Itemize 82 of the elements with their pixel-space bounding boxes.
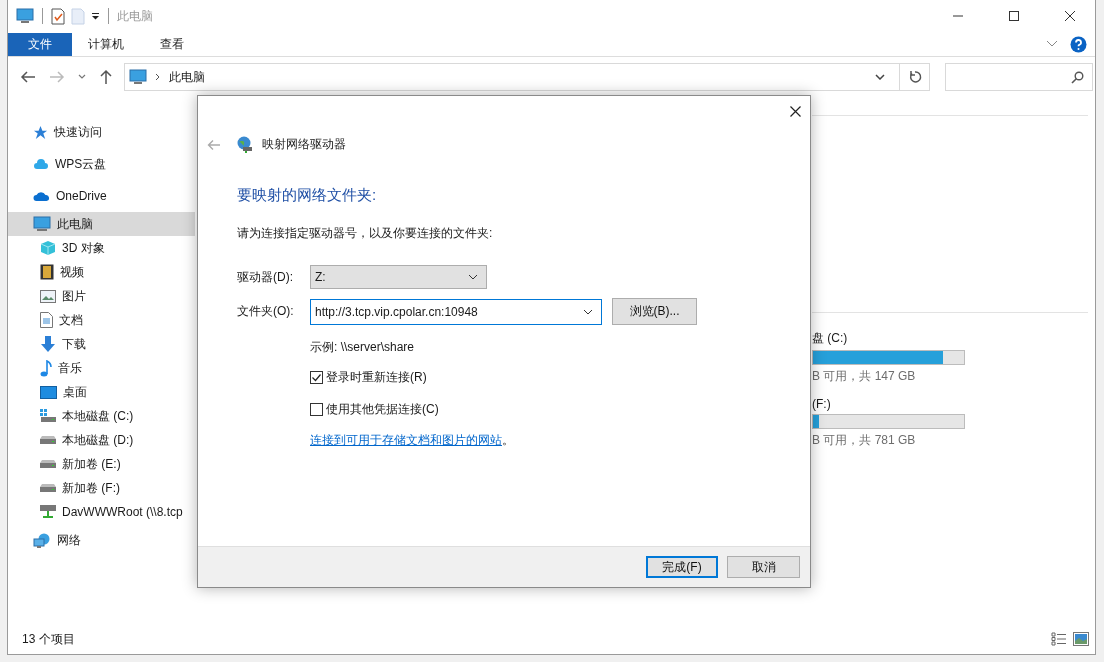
desktop-icon <box>40 385 57 399</box>
drive-space-text: B 可用，共 147 GB <box>812 368 917 385</box>
window-title: 此电脑 <box>117 7 153 25</box>
ribbon-tab[interactable]: 计算机 <box>80 32 144 56</box>
network-icon <box>33 532 51 548</box>
cube-icon <box>40 240 56 256</box>
cloud-icon <box>33 158 49 170</box>
maximize-icon[interactable] <box>1008 10 1020 22</box>
dialog-button[interactable]: 完成(F) <box>646 556 718 578</box>
sidebar-item[interactable]: 文档 <box>8 308 195 332</box>
network-drive-icon <box>236 136 253 153</box>
drive-icon <box>40 484 56 492</box>
dialog-heading: 要映射的网络文件夹: <box>237 186 378 205</box>
folder-input[interactable]: http://3.tcp.vip.cpolar.cn:10948 <box>310 298 602 325</box>
sidebar-item[interactable]: DavWWWRoot (\\8.tcp <box>8 500 195 524</box>
sidebar-item[interactable]: 本地磁盘 (C:) <box>8 404 195 428</box>
download-arrow-icon <box>40 336 56 352</box>
chevron-down-icon[interactable] <box>875 74 885 80</box>
details-view-icon[interactable] <box>1051 632 1067 646</box>
network-drive-icon <box>40 505 56 519</box>
checkbox-label: 使用其他凭据连接(C) <box>326 401 439 418</box>
item-count: 13 个项目 <box>22 630 75 648</box>
search-field[interactable] <box>945 63 1093 91</box>
field-label: 驱动器(D): <box>237 268 294 286</box>
computer-icon <box>16 8 34 24</box>
up-arrow-icon[interactable] <box>99 69 113 85</box>
sidebar-item[interactable]: 3D 对象 <box>8 236 195 260</box>
properties-icon[interactable] <box>51 7 65 25</box>
field-label: 文件夹(O): <box>237 303 295 320</box>
help-icon[interactable] <box>1070 35 1087 53</box>
film-icon <box>40 264 54 280</box>
sidebar-item[interactable]: 网络 <box>8 524 195 556</box>
chevron-down-icon <box>468 274 478 280</box>
dialog-title: 映射网络驱动器 <box>262 136 346 153</box>
back-arrow-icon[interactable] <box>20 70 36 84</box>
computer-icon <box>129 69 147 85</box>
drive-name: 盘 (C:) <box>812 330 849 347</box>
drive-icon <box>40 409 56 423</box>
sidebar-item[interactable]: 桌面 <box>8 380 195 404</box>
refresh-icon[interactable] <box>908 70 922 84</box>
website-link[interactable]: 连接到可用于存储文档和图片的网站 <box>310 433 502 447</box>
checkbox[interactable] <box>310 403 323 416</box>
drive-letter-dropdown[interactable]: Z: <box>310 265 487 289</box>
sidebar-item[interactable]: 新加卷 (E:) <box>8 452 195 476</box>
drive-name: (F:) <box>812 397 832 411</box>
sidebar-item[interactable]: 快速访问 <box>8 116 195 148</box>
drive-icon <box>40 436 56 444</box>
period-text: 。 <box>502 433 514 447</box>
sidebar-item[interactable]: 新加卷 (F:) <box>8 476 195 500</box>
ribbon-tab[interactable]: 查看 <box>152 32 204 56</box>
sidebar-item[interactable]: 图片 <box>8 284 195 308</box>
chevron-right-icon <box>155 73 161 81</box>
sidebar-item[interactable]: 本地磁盘 (D:) <box>8 428 195 452</box>
computer-icon <box>33 216 51 232</box>
ribbon-tab[interactable]: 文件 <box>8 32 72 56</box>
browse-button[interactable]: 浏览(B)... <box>612 298 697 325</box>
chevron-down-icon[interactable] <box>78 74 86 80</box>
instruction-text: 请为连接指定驱动器号，以及你要连接的文件夹: <box>237 225 494 242</box>
image-icon <box>40 289 56 303</box>
sidebar-item[interactable]: 视频 <box>8 260 195 284</box>
close-icon[interactable] <box>1064 10 1076 22</box>
dialog-button[interactable]: 取消 <box>727 556 800 578</box>
document-icon <box>40 312 53 328</box>
caret-icon[interactable] <box>91 12 100 20</box>
star-icon <box>33 124 48 140</box>
sidebar-item[interactable]: 下载 <box>8 332 195 356</box>
address-bar[interactable]: 此电脑 <box>124 63 930 91</box>
tiles-view-icon[interactable] <box>1073 632 1089 646</box>
example-text: 示例: \\server\share <box>310 339 416 356</box>
chevron-down-icon <box>583 308 593 315</box>
search-icon <box>1071 70 1084 84</box>
drive-space-text: B 可用，共 781 GB <box>812 432 917 449</box>
sidebar-item[interactable]: 此电脑 <box>8 212 195 236</box>
sidebar-item[interactable]: OneDrive <box>8 180 195 212</box>
sidebar-item[interactable]: 音乐 <box>8 356 195 380</box>
cloud-icon <box>33 190 50 202</box>
checkbox-label: 登录时重新连接(R) <box>326 369 427 386</box>
close-icon[interactable] <box>790 106 801 117</box>
sidebar-item[interactable]: WPS云盘 <box>8 148 195 180</box>
checkbox[interactable] <box>310 371 323 384</box>
drive-icon <box>40 460 56 468</box>
music-note-icon <box>40 359 52 377</box>
